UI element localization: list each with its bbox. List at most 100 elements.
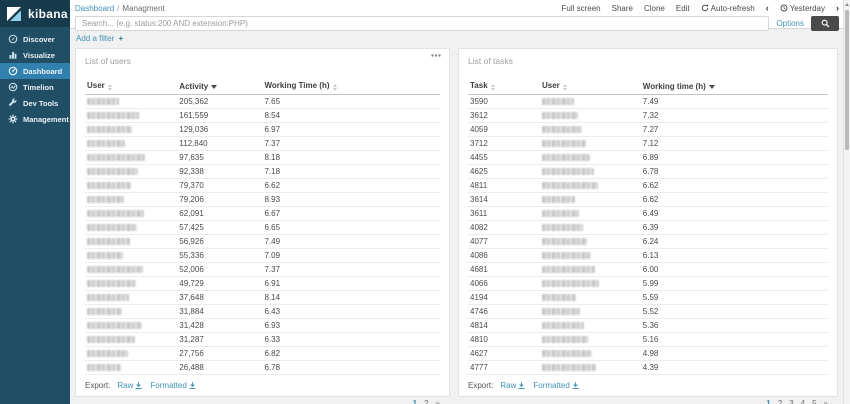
- table-row: 46274.98: [468, 347, 828, 361]
- column-header-working-time-h-[interactable]: Working Time (h): [262, 79, 440, 95]
- redacted-user-name: [542, 308, 580, 315]
- page-2-button[interactable]: 2: [778, 399, 782, 404]
- task-cell: 4625: [468, 165, 540, 179]
- working-time-cell: 4.98: [641, 347, 828, 361]
- panel-options-menu[interactable]: [431, 54, 441, 57]
- compass-icon: [7, 34, 18, 45]
- auto-refresh-label: Auto-refresh: [711, 4, 755, 13]
- column-header-task[interactable]: Task: [468, 79, 540, 95]
- user-cell: [540, 333, 641, 347]
- search-button[interactable]: [811, 16, 839, 31]
- export-link-label: Formatted: [533, 381, 569, 390]
- page-1-button[interactable]: 1: [766, 399, 770, 404]
- page-3-button[interactable]: 3: [789, 399, 793, 404]
- time-picker-button[interactable]: Yesterday: [780, 4, 825, 13]
- sidebar-item-dashboard[interactable]: Dashboard: [0, 63, 70, 79]
- download-icon: [518, 382, 525, 389]
- user-cell: [85, 221, 177, 235]
- user-cell: [85, 277, 177, 291]
- search-options-link[interactable]: Options: [776, 19, 804, 28]
- working-time-cell: 5.52: [641, 305, 828, 319]
- user-cell: [540, 221, 641, 235]
- task-cell: 3590: [468, 95, 540, 109]
- activity-cell: 79,206: [177, 193, 262, 207]
- task-cell: 4086: [468, 249, 540, 263]
- sort-desc-icon: [211, 85, 217, 89]
- search-input[interactable]: [75, 16, 769, 31]
- page-1-button[interactable]: 1: [413, 399, 417, 404]
- add-filter-plus-icon[interactable]: +: [118, 34, 123, 43]
- sidebar-item-dev-tools[interactable]: Dev Tools: [0, 95, 70, 111]
- download-icon: [189, 382, 196, 389]
- export-formatted-link[interactable]: Formatted: [150, 381, 195, 390]
- user-cell: [540, 235, 641, 249]
- table-row: 44556.89: [468, 151, 828, 165]
- sidebar-item-label: Timelion: [23, 83, 54, 92]
- column-header-activity[interactable]: Activity: [177, 79, 262, 95]
- time-back-button[interactable]: ‹: [766, 4, 769, 12]
- redacted-user-name: [87, 112, 139, 119]
- next-page-button[interactable]: »: [436, 399, 440, 404]
- redacted-user-name: [542, 238, 587, 245]
- column-label: Activity: [179, 82, 208, 91]
- page-4-button[interactable]: 4: [801, 399, 805, 404]
- redacted-user-name: [87, 322, 142, 329]
- logo[interactable]: kibana: [0, 0, 70, 27]
- sidebar-item-timelion[interactable]: Timelion: [0, 79, 70, 95]
- page-5-button[interactable]: 5: [812, 399, 816, 404]
- column-header-user[interactable]: User: [540, 79, 641, 95]
- full-screen-button[interactable]: Full screen: [561, 4, 600, 13]
- scrollbar-thumb[interactable]: [845, 10, 849, 150]
- redacted-user-name: [87, 224, 137, 231]
- task-cell: 4814: [468, 319, 540, 333]
- user-cell: [540, 305, 641, 319]
- download-icon: [135, 382, 142, 389]
- share-button[interactable]: Share: [612, 4, 633, 13]
- table-row: 48116.62: [468, 179, 828, 193]
- table-row: 97,6358.18: [85, 151, 440, 165]
- edit-button[interactable]: Edit: [676, 4, 690, 13]
- table-row: 79,2068.93: [85, 193, 440, 207]
- user-cell: [85, 95, 177, 109]
- working-time-cell: 7.37: [262, 263, 440, 277]
- column-label: User: [542, 81, 560, 90]
- export-link-label: Raw: [117, 381, 133, 390]
- add-filter-link[interactable]: Add a filter: [76, 34, 114, 43]
- sidebar-item-visualize[interactable]: Visualize: [0, 47, 70, 63]
- auto-refresh-button[interactable]: Auto-refresh: [701, 4, 755, 13]
- export-raw-link[interactable]: Raw: [500, 381, 525, 390]
- export-formatted-link[interactable]: Formatted: [533, 381, 578, 390]
- column-header-user[interactable]: User: [85, 79, 177, 95]
- time-forward-button[interactable]: ›: [836, 4, 839, 12]
- table-row: 57,4256.65: [85, 221, 440, 235]
- scrollbar-up-arrow-icon[interactable]: [844, 0, 850, 8]
- sidebar-item-label: Discover: [23, 35, 55, 44]
- export-raw-link[interactable]: Raw: [117, 381, 142, 390]
- working-time-cell: 6.62: [641, 193, 828, 207]
- working-time-cell: 6.33: [262, 333, 440, 347]
- task-cell: 4059: [468, 123, 540, 137]
- next-page-button[interactable]: »: [824, 399, 828, 404]
- user-cell: [85, 109, 177, 123]
- ellipsis-icon: [431, 54, 441, 57]
- users-pagination: 1 2 »: [85, 399, 440, 404]
- sort-desc-icon: [709, 85, 715, 89]
- activity-cell: 37,648: [177, 291, 262, 305]
- user-cell: [85, 193, 177, 207]
- sidebar-item-discover[interactable]: Discover: [0, 31, 70, 47]
- tasks-table: TaskUserWorking time (h) 35907.4936127.3…: [468, 79, 828, 375]
- user-cell: [85, 291, 177, 305]
- breadcrumb-dashboard-link[interactable]: Dashboard: [75, 4, 114, 13]
- topbar-actions: Full screen Share Clone Edit Auto-refresh ‹…: [561, 4, 839, 13]
- activity-cell: 26,488: [177, 361, 262, 375]
- redacted-user-name: [87, 364, 121, 371]
- panel-list-of-users: List of users UserActivityWorking Time (…: [75, 48, 450, 397]
- clone-button[interactable]: Clone: [644, 4, 665, 13]
- page-scrollbar[interactable]: [843, 0, 850, 404]
- task-cell: 4681: [468, 263, 540, 277]
- page-2-button[interactable]: 2: [424, 399, 428, 404]
- column-header-working-time-h-[interactable]: Working time (h): [641, 79, 828, 95]
- export-label: Export:: [468, 381, 493, 390]
- working-time-cell: 7.49: [641, 95, 828, 109]
- sidebar-item-management[interactable]: Management: [0, 111, 70, 127]
